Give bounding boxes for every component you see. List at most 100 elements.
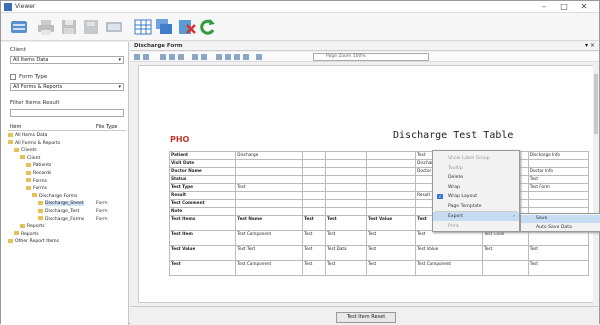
title-bar: Viewer – □ ✕ — [1, 1, 599, 13]
chevron-down-icon: ▾ — [118, 84, 121, 90]
table-cell — [325, 199, 367, 208]
tree-item[interactable]: Patients — [26, 162, 51, 169]
chevron-down-icon: ▾ — [118, 57, 121, 63]
print-icon[interactable] — [225, 54, 231, 60]
context-menu-item[interactable]: Page Template — [433, 202, 519, 211]
context-menu-item[interactable]: Wrap — [433, 183, 519, 192]
table-cell — [325, 183, 367, 192]
table-cell: Test Items — [168, 215, 237, 231]
table-cell: Test — [302, 260, 327, 276]
table-cell — [527, 199, 590, 208]
tree-header: Item File Type — [8, 123, 126, 131]
export-icon[interactable] — [216, 54, 222, 60]
table-cell — [235, 175, 304, 184]
tree-item[interactable]: Discharge Forms — [32, 193, 77, 200]
folder-icon — [26, 178, 31, 183]
tree-item[interactable]: Discharge_Test Form — [38, 208, 108, 215]
form-type-combo[interactable]: All Forms & Reports ▾ — [10, 83, 124, 91]
table-cell: Test — [365, 260, 417, 276]
context-menu-item[interactable]: Wrap Layout ✓ — [433, 192, 519, 201]
table-row: Test Item Test Component Test Test Test Test T… — [168, 230, 590, 246]
grid-icon[interactable] — [133, 17, 152, 36]
prev-page-icon[interactable] — [143, 54, 149, 60]
export-submenu: Save Auto Save Data — [520, 213, 600, 232]
tree-item[interactable]: Other Report Items — [8, 238, 59, 245]
table-cell: Test — [365, 245, 417, 261]
tree-item[interactable]: Client — [20, 155, 40, 162]
table-cell: Test — [302, 215, 327, 231]
context-menu-item[interactable]: Print — [433, 222, 519, 231]
context-menu-item[interactable]: Delete — [433, 173, 519, 182]
refresh-icon[interactable] — [197, 17, 216, 36]
save-icon[interactable] — [59, 17, 78, 36]
submenu-item[interactable]: Save — [521, 215, 600, 223]
submenu-arrow-icon: › — [513, 214, 515, 219]
tree-item[interactable]: Records — [26, 170, 51, 177]
tree-item-label: Reports — [27, 224, 45, 230]
table-cell — [527, 191, 590, 200]
folder-icon — [14, 231, 19, 236]
submenu-item[interactable]: Auto Save Data — [521, 224, 600, 232]
scroll-thumb[interactable] — [594, 74, 598, 134]
save-as-icon[interactable] — [81, 17, 100, 36]
tree-item[interactable]: Discharge_Sheet Form — [38, 200, 108, 207]
settings-icon[interactable] — [243, 54, 249, 60]
tree-item[interactable]: Reports — [20, 223, 45, 230]
mdi-icon[interactable] — [154, 17, 173, 36]
excel-close-icon[interactable] — [177, 17, 196, 36]
tab-discharge-form[interactable]: Discharge Form — [134, 43, 183, 49]
table-cell — [527, 159, 590, 168]
table-cell — [365, 159, 417, 168]
tree-item[interactable]: Forms — [26, 185, 47, 192]
form-type-checkbox[interactable] — [10, 74, 16, 80]
export-pdf-icon[interactable] — [256, 54, 262, 60]
minimize-button[interactable]: – — [537, 2, 551, 12]
menu-item-label: Delete — [448, 175, 464, 180]
menu-item-label: Show Label Group — [448, 156, 490, 161]
context-menu-item[interactable]: Export › — [433, 212, 519, 221]
tree-item[interactable]: Reports — [14, 231, 39, 238]
page-icon[interactable] — [160, 54, 166, 60]
main-area: Discharge Form ▾ × Page Zoom 100% PHO Di… — [130, 42, 600, 325]
tree-item[interactable]: Discharge_Forms Form — [38, 216, 108, 223]
table-row: Result Result — [168, 191, 590, 200]
folder-icon — [20, 155, 25, 160]
table-cell: Test Component — [235, 260, 304, 276]
layout-icon[interactable] — [234, 54, 240, 60]
check-icon: ✓ — [437, 194, 443, 199]
layout-icon[interactable] — [104, 17, 123, 36]
reset-button[interactable]: Test Item Reset — [336, 312, 396, 323]
tree-item-label: Forms — [33, 186, 47, 192]
table-cell — [302, 175, 327, 184]
tree-header-type: File Type — [96, 124, 118, 130]
table-row: Test Type Test Test Form — [168, 183, 590, 192]
client-combo[interactable]: All Items Data ▾ — [10, 56, 124, 64]
tree-item[interactable]: All Forms & Reports — [8, 140, 60, 147]
maximize-button[interactable]: □ — [557, 2, 571, 12]
folder-icon — [32, 193, 37, 198]
table-cell — [325, 167, 367, 176]
tree-item-type: Form — [96, 209, 108, 214]
context-menu-item[interactable]: Tooltip — [433, 164, 519, 173]
vertical-scrollbar[interactable] — [593, 64, 599, 304]
zoom-out-icon[interactable] — [201, 54, 207, 60]
print-icon[interactable] — [36, 17, 55, 36]
tree-item[interactable]: Clients — [14, 147, 37, 154]
table-cell: Test Value — [168, 245, 237, 261]
tree-item[interactable]: Forms — [26, 178, 47, 185]
zoom-select[interactable]: Page Zoom 100% — [313, 53, 429, 61]
close-button[interactable]: ✕ — [577, 2, 591, 12]
table-cell — [325, 175, 367, 184]
first-page-icon[interactable] — [134, 54, 140, 60]
tab-close-icon[interactable]: ▾ × — [585, 42, 595, 49]
table-cell: Test Value — [415, 245, 483, 261]
app-icon[interactable] — [9, 17, 28, 36]
zoom-in-icon[interactable] — [192, 54, 198, 60]
tree-item[interactable]: All Items Data — [8, 132, 47, 139]
last-page-icon[interactable] — [178, 54, 184, 60]
next-page-icon[interactable] — [169, 54, 175, 60]
filter-input[interactable] — [10, 109, 124, 117]
table-cell — [235, 207, 304, 216]
context-menu-item[interactable]: Show Label Group — [433, 154, 519, 163]
table-cell: Discharge Info — [527, 151, 590, 160]
